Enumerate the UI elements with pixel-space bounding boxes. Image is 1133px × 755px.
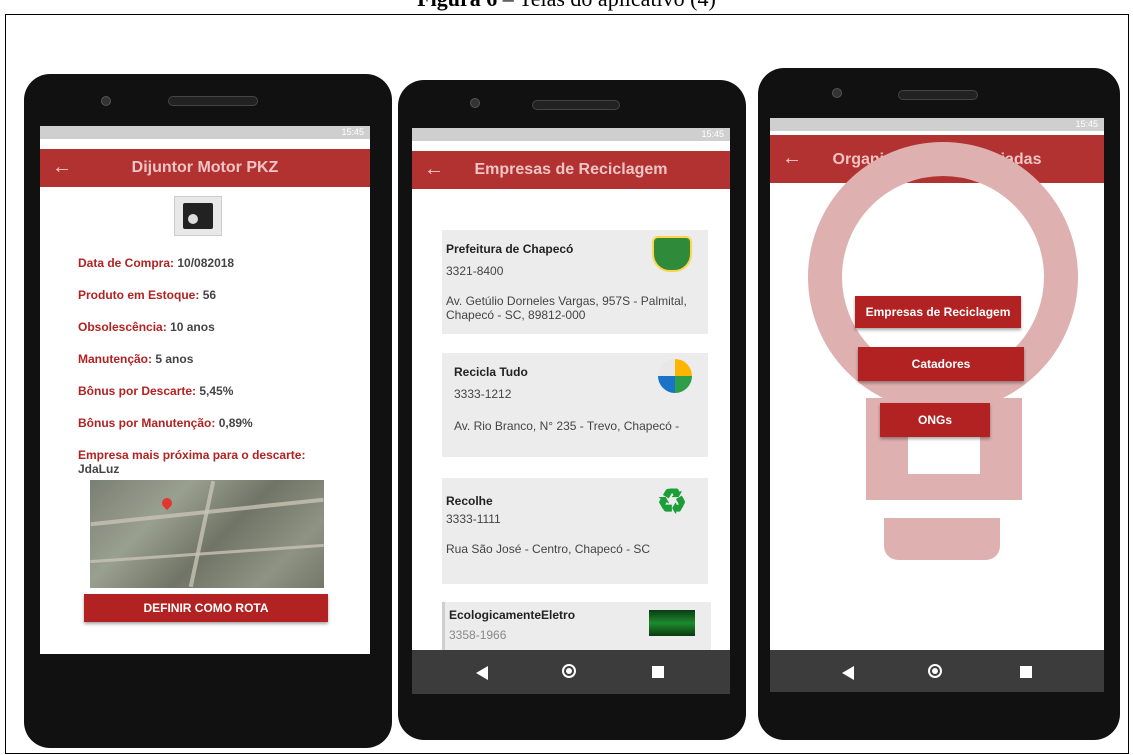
screen-device-detail: 15:45 ← Dijuntor Motor PKZ Data de Compr… [40, 126, 370, 654]
earpiece-speaker [532, 100, 620, 110]
map-pin-icon[interactable] [159, 495, 175, 511]
company-phone: 3333-1212 [454, 387, 512, 401]
page-title: Dijuntor Motor PKZ [131, 159, 279, 176]
nav-home-icon[interactable] [928, 664, 942, 678]
location-map[interactable] [90, 480, 324, 588]
company-card[interactable]: Recicla Tudo 3333-1212 Av. Rio Branco, N… [442, 353, 708, 457]
company-card[interactable]: Recolhe 3333-1111 Rua São José - Centro,… [442, 478, 708, 584]
android-nav-bar [412, 650, 730, 694]
field-value: 10/082018 [177, 256, 235, 270]
recycling-companies-button[interactable]: Empresas de Reciclagem [855, 296, 1021, 328]
company-address: Av. Getúlio Dorneles Vargas, 957S - Palm… [446, 294, 687, 322]
leaf-logo-icon [658, 359, 692, 393]
field-value: 10 anos [170, 320, 215, 334]
bulb-base [866, 474, 1022, 500]
figure-title: – Telas do aplicativo (4) [497, 0, 716, 11]
nav-recent-icon[interactable] [652, 666, 664, 678]
field-discard-bonus: Bônus por Descarte: 5,45% [78, 384, 234, 398]
status-time: 15:45 [1075, 119, 1098, 129]
field-stock: Produto em Estoque: 56 [78, 288, 217, 302]
android-nav-bar [770, 650, 1104, 692]
field-value: 0,89% [218, 416, 253, 430]
map-road [188, 480, 216, 588]
field-nearest-company: Empresa mais próxima para o descarte: Jda… [78, 448, 306, 476]
screen-partner-organizations: 15:45 ← Organizações Conveniadas Empresa… [770, 118, 1104, 692]
field-maintenance-bonus: Bônus por Manutenção: 0,89% [78, 416, 253, 430]
figure-caption: Figura 6 – Telas do aplicativo (4) [0, 0, 1133, 12]
company-name: Prefeitura de Chapecó [446, 242, 574, 256]
phone-3: 15:45 ← Organizações Conveniadas Empresa… [758, 68, 1120, 740]
ngos-button[interactable]: ONGs [880, 403, 990, 437]
status-bar: 15:45 [40, 126, 370, 139]
field-maintenance: Manutenção: 5 anos [78, 352, 194, 366]
figure-label: Figura 6 [417, 0, 497, 11]
nav-recent-icon[interactable] [1020, 666, 1032, 678]
field-purchase-date: Data de Compra: 10/082018 [78, 256, 235, 270]
company-phone: 3321-8400 [446, 264, 504, 278]
status-bar: 15:45 [770, 118, 1104, 131]
company-name: Recicla Tudo [454, 365, 528, 379]
recycle-icon: ♻ [656, 483, 688, 521]
earpiece-speaker [898, 90, 978, 100]
nav-home-icon[interactable] [562, 664, 576, 678]
status-bar: 15:45 [412, 128, 730, 141]
company-address: Av. Rio Branco, N° 235 - Trevo, Chapecó … [454, 419, 680, 433]
company-phone: 3358-1966 [449, 628, 507, 642]
company-address: Rua São José - Centro, Chapecó - SC [446, 542, 651, 556]
company-phone: 3333-1111 [446, 512, 501, 526]
nav-back-icon[interactable] [476, 666, 488, 680]
company-card[interactable]: Prefeitura de Chapecó 3321-8400 Av. Getú… [442, 230, 708, 334]
app-bar: ← Empresas de Reciclagem [412, 151, 730, 189]
collectors-button[interactable]: Catadores [858, 347, 1024, 381]
bulb-cap [884, 518, 1000, 560]
field-value: JdaLuz [78, 462, 120, 476]
field-value: 5 anos [155, 352, 194, 366]
city-crest-icon [652, 236, 692, 272]
page-title: Empresas de Reciclagem [474, 161, 668, 178]
front-camera [832, 88, 842, 98]
product-image [174, 196, 222, 236]
map-road [90, 543, 324, 564]
phone-2: 15:45 ← Empresas de Reciclagem Prefeitur… [398, 80, 746, 740]
screen-recycling-companies: 15:45 ← Empresas de Reciclagem Prefeitur… [412, 128, 730, 694]
phone-1: 15:45 ← Dijuntor Motor PKZ Data de Compr… [24, 74, 392, 748]
field-obsolescence: Obsolescência: 10 anos [78, 320, 215, 334]
field-value: 5,45% [199, 384, 234, 398]
earpiece-speaker [168, 96, 258, 106]
front-camera [470, 98, 480, 108]
set-route-button[interactable]: DEFINIR COMO ROTA [84, 594, 328, 622]
company-name: EcologicamenteEletro [449, 608, 576, 622]
front-camera [101, 96, 111, 106]
status-time: 15:45 [341, 127, 364, 137]
status-time: 15:45 [701, 129, 724, 139]
nav-back-icon[interactable] [842, 666, 854, 680]
app-bar: ← Dijuntor Motor PKZ [40, 149, 370, 187]
field-value: 56 [202, 288, 217, 302]
eletro-logo-icon [649, 610, 695, 636]
company-name: Recolhe [446, 494, 493, 508]
